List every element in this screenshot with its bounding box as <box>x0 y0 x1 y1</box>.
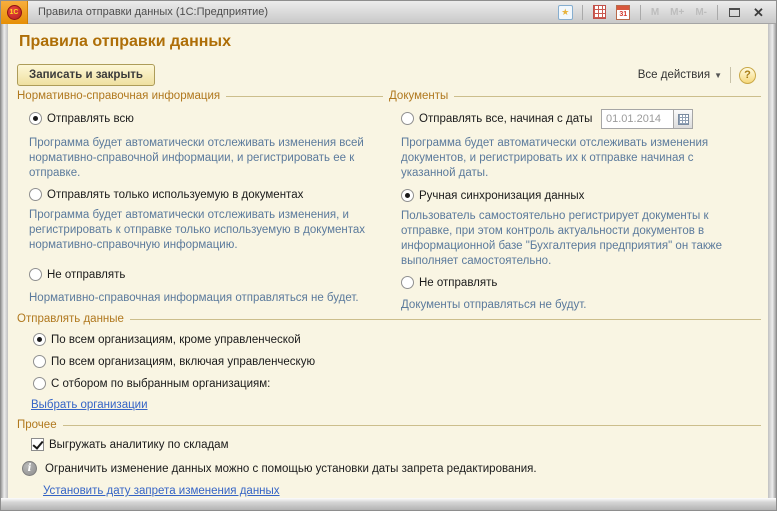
option-description: Нормативно-справочная информация отправл… <box>29 291 381 306</box>
option-label: Ручная синхронизация данных <box>419 190 584 202</box>
option-label: С отбором по выбранным организациям: <box>51 378 270 390</box>
close-button[interactable]: ✕ <box>749 4 768 21</box>
window-border-left <box>1 24 8 510</box>
section-title-nsi: Нормативно-справочная информация <box>17 90 220 102</box>
help-button[interactable]: ? <box>739 67 756 84</box>
option-label: По всем организациям, кроме управленческ… <box>51 334 301 346</box>
option-label: Не отправлять <box>47 269 125 281</box>
section-title-other: Прочее <box>17 419 57 431</box>
option-label: Не отправлять <box>419 277 497 289</box>
section-title-documents: Документы <box>389 90 448 102</box>
set-restriction-date-link[interactable]: Установить дату запрета изменения данных <box>43 485 280 497</box>
section-other: Прочее Выгружать аналитику по складам i … <box>17 419 761 431</box>
app-logo-corner: 1С <box>1 1 28 24</box>
title-bar: 1С Правила отправки данных (1С:Предприят… <box>1 1 776 24</box>
maximize-icon <box>729 8 740 17</box>
commandbar-separator <box>730 67 731 83</box>
radio-icon <box>33 377 46 390</box>
form-area: Правила отправки данных Записать и закры… <box>8 24 768 498</box>
option-description: Пользователь самостоятельно регистрирует… <box>401 209 757 269</box>
option-description: Документы отправляться не будут. <box>401 298 757 313</box>
window-border-bottom <box>1 498 776 510</box>
section-rule <box>63 425 761 426</box>
titlebar-separator <box>582 5 583 20</box>
chevron-down-icon: ▼ <box>714 71 722 80</box>
page-title: Правила отправки данных <box>19 33 231 51</box>
option-label: Выгружать аналитику по складам <box>49 439 229 451</box>
date-picker-icon <box>678 114 689 125</box>
radio-option[interactable]: С отбором по выбранным организациям: <box>33 377 270 390</box>
command-bar: Записать и закрыть Все действия ▼ ? <box>17 62 756 88</box>
radio-icon <box>29 112 42 125</box>
option-label: Отправлять все, начиная с даты <box>419 113 592 125</box>
info-icon: i <box>22 461 37 476</box>
checkbox-icon <box>31 438 44 451</box>
section-rule <box>130 319 761 320</box>
radio-option[interactable]: Отправлять все, начиная с даты <box>401 112 592 125</box>
titlebar-separator <box>717 5 718 20</box>
radio-option[interactable]: Отправлять всю <box>29 112 134 125</box>
radio-icon <box>33 333 46 346</box>
option-description: Программа будет автоматически отслеживат… <box>29 208 381 253</box>
titlebar-separator <box>640 5 641 20</box>
date-picker-button[interactable] <box>673 109 693 129</box>
calendar-icon: 31 <box>616 5 630 20</box>
memory-m-minus-button[interactable]: M- <box>692 7 710 18</box>
save-and-close-button[interactable]: Записать и закрыть <box>17 64 155 86</box>
radio-icon <box>401 112 414 125</box>
radio-icon <box>29 268 42 281</box>
radio-option[interactable]: По всем организациям, включая управленче… <box>33 355 315 368</box>
app-window: 1С Правила отправки данных (1С:Предприят… <box>0 0 777 511</box>
window-border-right <box>768 24 776 510</box>
section-rule <box>226 96 383 97</box>
all-actions-button[interactable]: Все действия ▼ <box>638 69 722 81</box>
window-title: Правила отправки данных (1С:Предприятие) <box>38 6 556 18</box>
maximize-button[interactable] <box>725 4 744 21</box>
info-row: i Ограничить изменение данных можно с по… <box>22 461 537 476</box>
calculator-button[interactable] <box>590 4 609 21</box>
memory-m-button[interactable]: M <box>648 7 662 18</box>
section-rule <box>454 96 761 97</box>
close-icon: ✕ <box>753 6 764 19</box>
radio-icon <box>401 276 414 289</box>
option-description: Программа будет автоматически отслеживат… <box>29 136 381 181</box>
option-label: Отправлять всю <box>47 113 134 125</box>
option-label: По всем организациям, включая управленче… <box>51 356 315 368</box>
option-label: Отправлять только используемую в докумен… <box>47 189 303 201</box>
option-description: Программа будет автоматически отслеживат… <box>401 136 741 181</box>
radio-option[interactable]: Не отправлять <box>401 276 497 289</box>
calculator-icon <box>593 5 606 19</box>
all-actions-label: Все действия <box>638 69 710 81</box>
radio-icon <box>29 188 42 201</box>
radio-option[interactable]: Ручная синхронизация данных <box>401 189 584 202</box>
radio-option[interactable]: Отправлять только используемую в докумен… <box>29 188 303 201</box>
memory-m-plus-button[interactable]: M+ <box>667 7 687 18</box>
section-title-send-data: Отправлять данные <box>17 313 124 325</box>
radio-icon <box>33 355 46 368</box>
checkbox-option[interactable]: Выгружать аналитику по складам <box>31 438 229 451</box>
start-date-field <box>601 109 693 129</box>
radio-option[interactable]: По всем организациям, кроме управленческ… <box>33 333 301 346</box>
star-document-icon: ★ <box>558 5 573 20</box>
radio-icon <box>401 189 414 202</box>
start-date-input[interactable] <box>601 109 673 129</box>
info-text: Ограничить изменение данных можно с помо… <box>45 463 537 475</box>
calendar-button[interactable]: 31 <box>614 4 633 21</box>
radio-option[interactable]: Не отправлять <box>29 268 125 281</box>
favorites-button[interactable]: ★ <box>556 4 575 21</box>
select-organizations-link[interactable]: Выбрать организации <box>31 399 148 411</box>
1c-logo-icon: 1С <box>7 5 22 20</box>
section-send-data: Отправлять данные По всем организациям, … <box>17 313 761 325</box>
